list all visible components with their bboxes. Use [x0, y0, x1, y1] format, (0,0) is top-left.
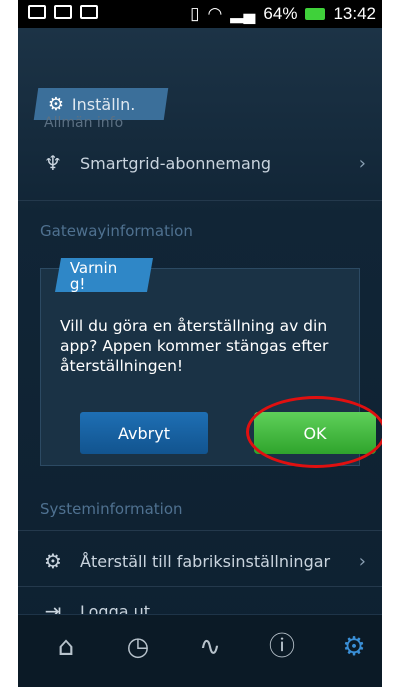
- graph-icon[interactable]: ∿: [190, 627, 230, 667]
- signal-icon: ▂▄: [230, 4, 256, 23]
- chevron-right-icon: ›: [358, 152, 366, 174]
- smartgrid-row[interactable]: ♆ Smartgrid-abonnemang ›: [18, 140, 382, 186]
- smartgrid-label: Smartgrid-abonnemang: [80, 153, 272, 173]
- status-right: ▯ ◠ ▂▄ 64% 13:42: [190, 4, 376, 24]
- message-notification-icon: [80, 5, 98, 19]
- info-icon[interactable]: ⓘ: [262, 627, 302, 667]
- gateway-section-title: Gatewayinformation: [40, 222, 193, 240]
- battery-percent: 64%: [263, 4, 298, 23]
- image-notification-icon: [28, 5, 46, 19]
- wifi-icon: ◠: [207, 4, 223, 23]
- history-icon[interactable]: ◷: [118, 627, 158, 667]
- status-left-icons: [28, 5, 98, 19]
- vibrate-icon: ▯: [190, 4, 200, 23]
- clock: 13:42: [333, 4, 376, 23]
- screenshot-notification-icon: [54, 5, 72, 19]
- system-section-title: Systeminformation: [40, 500, 183, 518]
- divider: [18, 200, 382, 201]
- settings-gear-icon[interactable]: ⚙: [334, 627, 374, 667]
- general-info-heading: Allmän info: [44, 115, 124, 131]
- bottom-nav: ⌂ ◷ ∿ ⓘ ⚙: [18, 614, 382, 687]
- factory-reset-label: Återställ till fabriksinställningar: [80, 551, 331, 571]
- home-temperature-icon[interactable]: ⌂: [46, 627, 86, 667]
- battery-icon: [305, 8, 326, 20]
- gear-icon: ⚙: [48, 93, 65, 115]
- divider: [18, 530, 382, 531]
- red-highlight-circle: [246, 396, 382, 468]
- warning-tag: Varning!: [55, 258, 153, 292]
- status-bar: ▯ ◠ ▂▄ 64% 13:42: [18, 0, 382, 28]
- phone-screen: ▯ ◠ ▂▄ 64% 13:42 ⚙ Inställn. Allmän info…: [18, 0, 382, 687]
- settings-tab-label: Inställn.: [72, 94, 136, 114]
- cancel-button[interactable]: Avbryt: [80, 412, 208, 454]
- factory-reset-row[interactable]: ⚙ Återställ till fabriksinställningar ›: [18, 538, 382, 584]
- gears-icon: ⚙: [44, 549, 62, 573]
- dialog-message: Vill du göra en återställning av din app…: [60, 317, 329, 375]
- warning-tag-label: Varning!: [69, 259, 118, 292]
- antenna-icon: ♆: [44, 151, 62, 175]
- chevron-right-icon: ›: [358, 550, 366, 572]
- divider: [18, 586, 382, 587]
